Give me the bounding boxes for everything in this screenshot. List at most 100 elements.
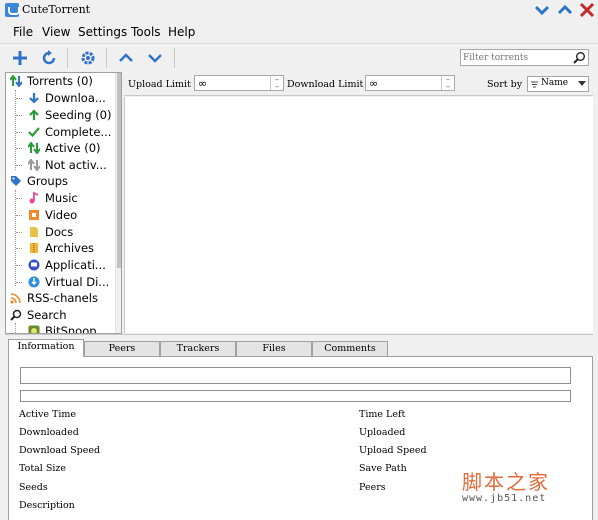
- tag-icon: [10, 175, 22, 187]
- download-speed-label: Download Speed: [19, 445, 101, 456]
- tree-scrollbar[interactable]: [115, 73, 121, 333]
- download-limit-value: ∞: [369, 77, 379, 90]
- progress-bar: [20, 390, 571, 402]
- tree-item-active[interactable]: Active (0): [27, 140, 101, 156]
- tree-scrollbar-thumb[interactable]: [117, 73, 121, 268]
- tree-item-torrents[interactable]: Torrents (0): [9, 73, 93, 89]
- move-up-button[interactable]: [115, 47, 137, 69]
- menu-view[interactable]: View: [42, 25, 70, 39]
- tree-label: Docs: [45, 225, 74, 239]
- gear-icon: [81, 51, 95, 65]
- tree-label: Torrents (0): [27, 74, 93, 88]
- tree-item-not-active[interactable]: Not activ...: [27, 157, 107, 173]
- total-size-label: Total Size: [19, 463, 67, 474]
- tree-label: Groups: [27, 174, 69, 188]
- rss-icon: [10, 292, 22, 304]
- menu-settings[interactable]: Settings: [78, 25, 127, 39]
- tree-label: Archives: [45, 241, 95, 255]
- window-title: CuteTorrent: [22, 3, 91, 16]
- tree-item-video[interactable]: Video: [28, 207, 77, 223]
- tree-item-seeding[interactable]: Seeding (0): [28, 107, 111, 123]
- tree-label: Virtual Di...: [45, 275, 110, 289]
- down-arrow-icon: [28, 92, 40, 104]
- tree-item-applications[interactable]: Applicati...: [28, 257, 106, 273]
- tree-item-virtual-disks[interactable]: Virtual Di...: [28, 274, 109, 290]
- tree-label: Applicati...: [45, 258, 106, 272]
- chevron-up-icon: [119, 53, 133, 62]
- category-tree: Torrents (0) Downloa... Seeding (0) Comp…: [5, 72, 122, 334]
- torrent-list[interactable]: [124, 97, 593, 333]
- tree-item-downloading[interactable]: Downloa...: [28, 90, 106, 106]
- sort-icon: [531, 81, 538, 88]
- tree-item-bitsnoop[interactable]: BitSnoop: [28, 323, 97, 334]
- application-icon: [28, 259, 40, 271]
- document-icon: [28, 226, 40, 238]
- menu-file[interactable]: File: [13, 25, 33, 39]
- upload-limit-value: ∞: [198, 77, 208, 90]
- menu-tools[interactable]: Tools: [131, 25, 161, 39]
- minimize-chevron-down-icon[interactable]: [533, 1, 551, 19]
- menu-help[interactable]: Help: [168, 25, 195, 39]
- sort-by-select[interactable]: Name: [527, 76, 589, 92]
- tab-trackers[interactable]: Trackers: [160, 341, 236, 357]
- refresh-button[interactable]: [38, 47, 60, 69]
- add-torrent-button[interactable]: [9, 47, 31, 69]
- up-down-arrows-icon: [27, 141, 41, 155]
- download-limit-label: Download Limit: [287, 79, 364, 90]
- tree-label: Downloa...: [45, 91, 106, 105]
- tree-item-music[interactable]: Music: [28, 190, 78, 206]
- upload-limit-spinbox[interactable]: ∞ – –: [194, 75, 284, 91]
- tree-label: Complete...: [45, 125, 112, 139]
- tree-label: BitSnoop: [45, 324, 97, 334]
- dropdown-caret-icon: [578, 81, 586, 86]
- toolbar-separator: [67, 48, 68, 68]
- spin-buttons[interactable]: – –: [441, 76, 454, 91]
- tab-information[interactable]: Information: [8, 339, 84, 357]
- menu-bar: File View Settings Tools Help: [0, 22, 598, 42]
- watermark: 脚本之家 www.jb51.net: [462, 466, 550, 504]
- active-time-label: Active Time: [19, 409, 77, 420]
- tab-comments[interactable]: Comments: [312, 341, 388, 357]
- tab-files[interactable]: Files: [236, 341, 312, 357]
- tree-label: Music: [45, 191, 78, 205]
- move-down-button[interactable]: [144, 47, 166, 69]
- description-label: Description: [19, 500, 75, 511]
- disk-icon: [28, 276, 40, 288]
- tree-label: Video: [45, 208, 78, 222]
- filter-input[interactable]: [463, 51, 571, 64]
- tree-label: Active (0): [45, 141, 101, 155]
- download-limit-spinbox[interactable]: ∞ – –: [365, 75, 455, 91]
- film-icon: [28, 209, 40, 221]
- tree-label: Seeding (0): [45, 108, 112, 122]
- tree-item-search[interactable]: Search: [10, 307, 67, 323]
- music-note-icon: [28, 191, 40, 204]
- check-icon: [28, 126, 40, 138]
- settings-button[interactable]: [77, 47, 99, 69]
- uploaded-label: Uploaded: [359, 427, 406, 438]
- search-icon: [10, 309, 22, 321]
- tree-label: Search: [27, 308, 67, 322]
- title-bar: CuteTorrent: [0, 0, 598, 21]
- plus-icon: [13, 51, 27, 65]
- tab-peers[interactable]: Peers: [84, 341, 160, 357]
- tree-label: Not activ...: [45, 158, 107, 172]
- refresh-icon: [42, 50, 56, 65]
- toolbar-separator: [106, 48, 107, 68]
- panel-splitter[interactable]: [5, 334, 593, 338]
- search-icon[interactable]: [573, 51, 586, 64]
- watermark-text: 脚本之家: [462, 470, 550, 494]
- time-left-label: Time Left: [359, 409, 406, 420]
- spin-buttons[interactable]: – –: [270, 76, 283, 91]
- maximize-chevron-up-icon[interactable]: [556, 1, 574, 19]
- filter-box: [460, 49, 589, 66]
- tree-item-completed[interactable]: Complete...: [28, 124, 111, 140]
- save-path-label: Save Path: [359, 463, 407, 474]
- tree-item-rss[interactable]: RSS-chanels: [10, 290, 98, 306]
- tree-item-archives[interactable]: Archives: [28, 240, 94, 256]
- tree-item-docs[interactable]: Docs: [28, 224, 73, 240]
- tree-item-groups[interactable]: Groups: [10, 173, 68, 189]
- limits-bar: Upload Limit ∞ – – Download Limit ∞ – –: [124, 72, 593, 96]
- tree-label: RSS-chanels: [27, 291, 98, 305]
- close-icon[interactable]: [578, 1, 596, 19]
- archive-icon: [28, 242, 40, 254]
